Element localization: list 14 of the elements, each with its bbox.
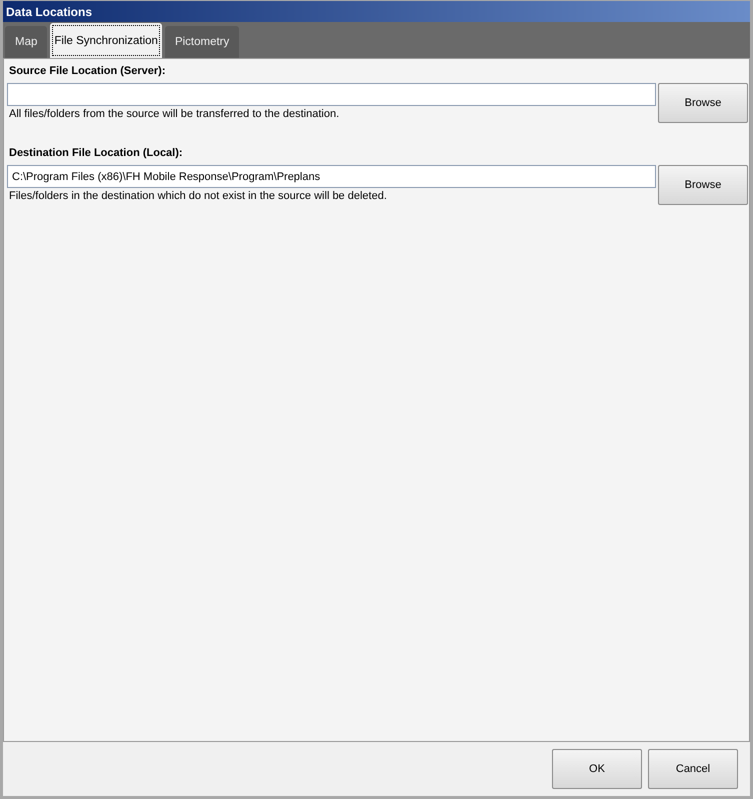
hint-text: All files/folders from the source will be transferred to the destination. (9, 108, 340, 120)
hint-text: Files/folders in the destination which do not exist in the source will be deleted. (9, 190, 387, 202)
field-label: Source File Location (Server): (9, 65, 166, 77)
browse-button[interactable]: Browse (658, 83, 748, 123)
field-label: Destination File Location (Local): (9, 147, 184, 159)
dialog-button[interactable]: Cancel (648, 749, 738, 789)
browse-button[interactable]: Browse (658, 165, 748, 205)
dialog-button[interactable]: OK (552, 749, 642, 789)
tab[interactable]: File Synchronization (50, 23, 162, 58)
tab[interactable]: Pictometry (164, 26, 240, 58)
path-field[interactable] (7, 83, 656, 106)
window-title: Data Locations (3, 1, 750, 22)
path-field[interactable]: C:\Program Files (x86)\FH Mobile Response\Program\Preplans (7, 165, 656, 188)
tab[interactable]: Map (5, 26, 48, 58)
